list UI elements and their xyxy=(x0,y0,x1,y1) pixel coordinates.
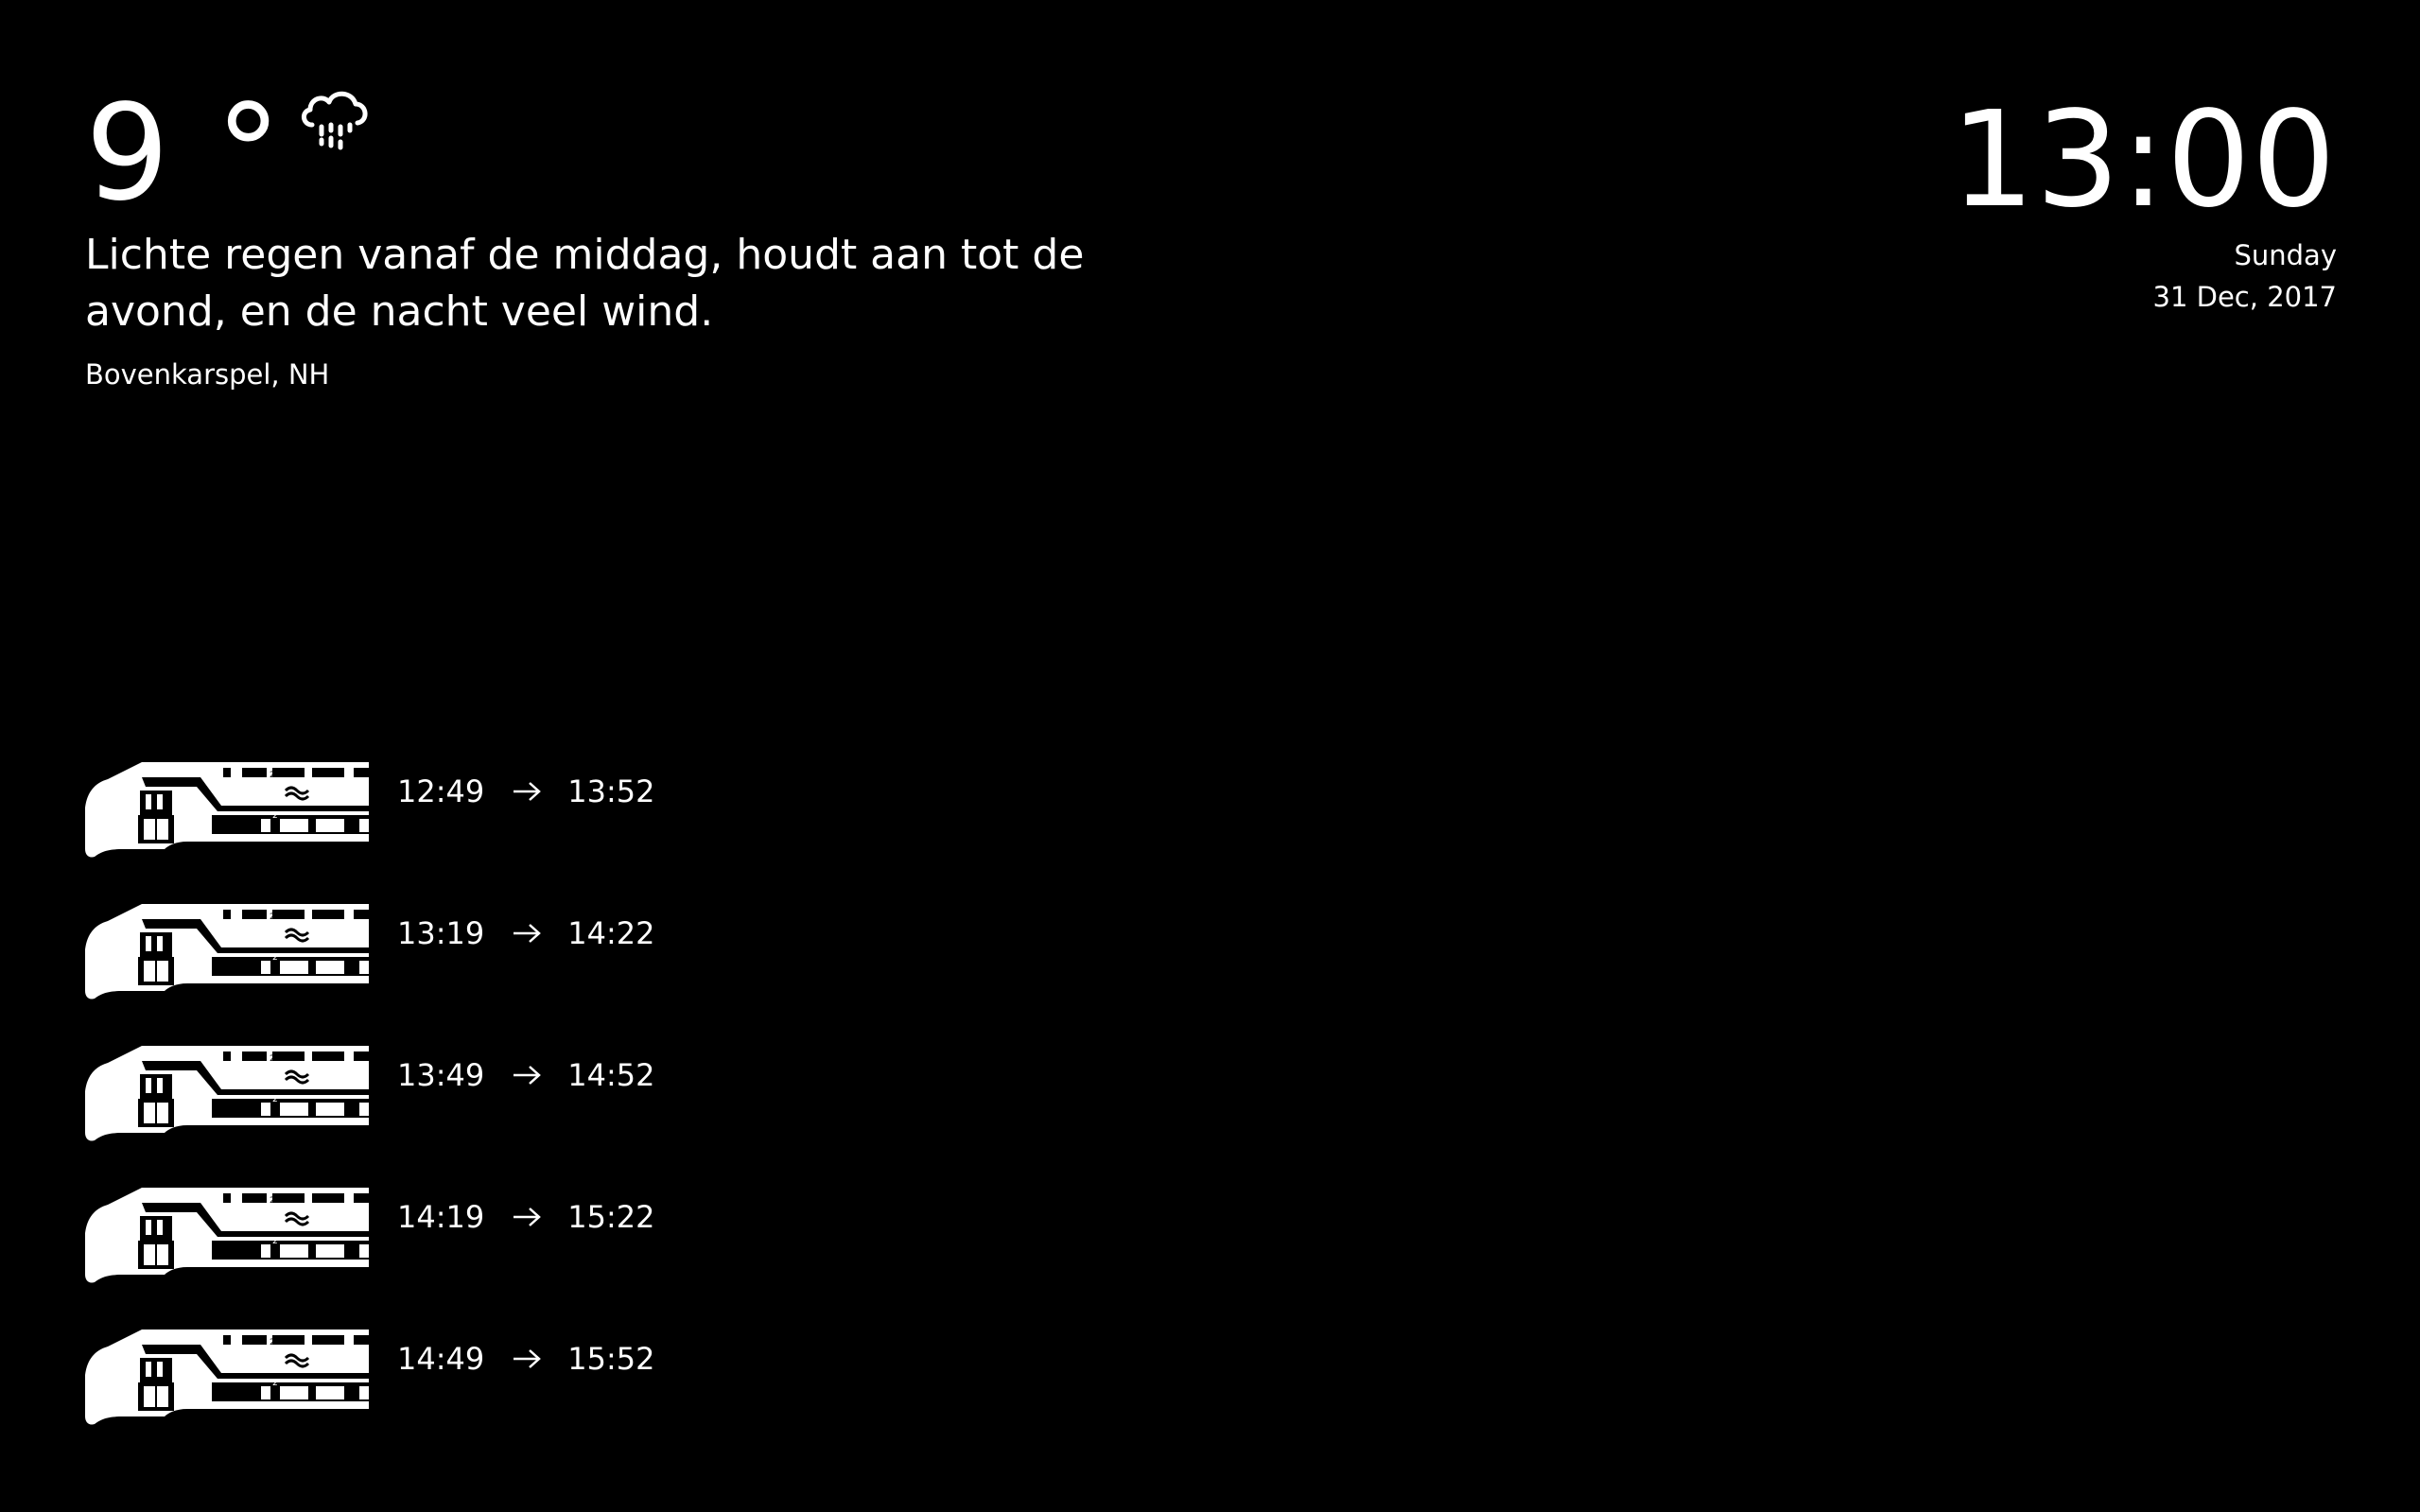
arrival-time: 15:22 xyxy=(567,1199,655,1235)
train-row: 2 2 14:19 15:22 xyxy=(85,1146,654,1288)
clock-panel: 13:00 Sunday 31 Dec, 2017 xyxy=(1951,87,2337,318)
arrow-right-icon xyxy=(514,1066,542,1085)
svg-text:2: 2 xyxy=(272,1095,278,1104)
train-row: 2 2 14:49 15:52 xyxy=(85,1288,654,1430)
arrow-right-icon xyxy=(514,1349,542,1368)
clock-day: Sunday xyxy=(2234,239,2337,271)
train-times: 12:49 13:52 xyxy=(397,773,654,809)
weather-panel: 9 ° Lichte regen vanaf de middag, houdt … xyxy=(85,83,1220,391)
svg-text:2: 2 xyxy=(270,771,275,780)
svg-text:2: 2 xyxy=(272,811,278,821)
train-departures-list: 2 2 12:49 13:52 2 2 13:19 14:22 2 2 13:4… xyxy=(85,721,654,1430)
arrow-right-icon xyxy=(514,1208,542,1226)
departure-time: 14:49 xyxy=(397,1341,485,1377)
weather-summary: Lichte regen vanaf de middag, houdt aan … xyxy=(85,231,1085,336)
arrival-time: 13:52 xyxy=(567,773,655,809)
train-row: 2 2 12:49 13:52 xyxy=(85,721,654,862)
arrow-right-icon xyxy=(514,782,542,801)
train-times: 14:19 15:22 xyxy=(397,1199,654,1235)
train-row: 2 2 13:49 14:52 xyxy=(85,1004,654,1146)
clock-date: 31 Dec, 2017 xyxy=(2152,281,2337,313)
clock-time: 13:00 xyxy=(1950,83,2337,237)
arrival-time: 14:52 xyxy=(567,1057,655,1093)
departure-time: 14:19 xyxy=(397,1199,485,1235)
temperature-row: 9 ° xyxy=(85,83,1220,225)
svg-text:2: 2 xyxy=(270,1054,275,1064)
svg-text:2: 2 xyxy=(270,1196,275,1206)
weather-location: Bovenkarspel, NH xyxy=(85,358,330,391)
train-icon: 2 2 xyxy=(85,1188,369,1283)
train-icon: 2 2 xyxy=(85,904,369,999)
departure-time: 12:49 xyxy=(397,773,485,809)
train-icon: 2 2 xyxy=(85,762,369,858)
train-times: 13:19 14:22 xyxy=(397,915,654,951)
train-row: 2 2 13:19 14:22 xyxy=(85,862,654,1004)
train-times: 13:49 14:52 xyxy=(397,1057,654,1093)
svg-text:2: 2 xyxy=(272,1237,278,1246)
temperature-value: 9 ° xyxy=(85,77,284,231)
svg-text:2: 2 xyxy=(270,912,275,922)
train-icon: 2 2 xyxy=(85,1046,369,1141)
arrow-right-icon xyxy=(514,924,542,943)
arrival-time: 15:52 xyxy=(567,1341,655,1377)
rain-cloud-icon xyxy=(301,91,368,150)
arrival-time: 14:22 xyxy=(567,915,655,951)
svg-text:2: 2 xyxy=(272,1379,278,1388)
svg-text:2: 2 xyxy=(270,1338,275,1347)
departure-time: 13:49 xyxy=(397,1057,485,1093)
departure-time: 13:19 xyxy=(397,915,485,951)
train-times: 14:49 15:52 xyxy=(397,1341,654,1377)
train-icon: 2 2 xyxy=(85,1330,369,1425)
svg-text:2: 2 xyxy=(272,953,278,963)
dashboard-screen: 9 ° Lichte regen vanaf de middag, houdt … xyxy=(0,0,2420,1512)
